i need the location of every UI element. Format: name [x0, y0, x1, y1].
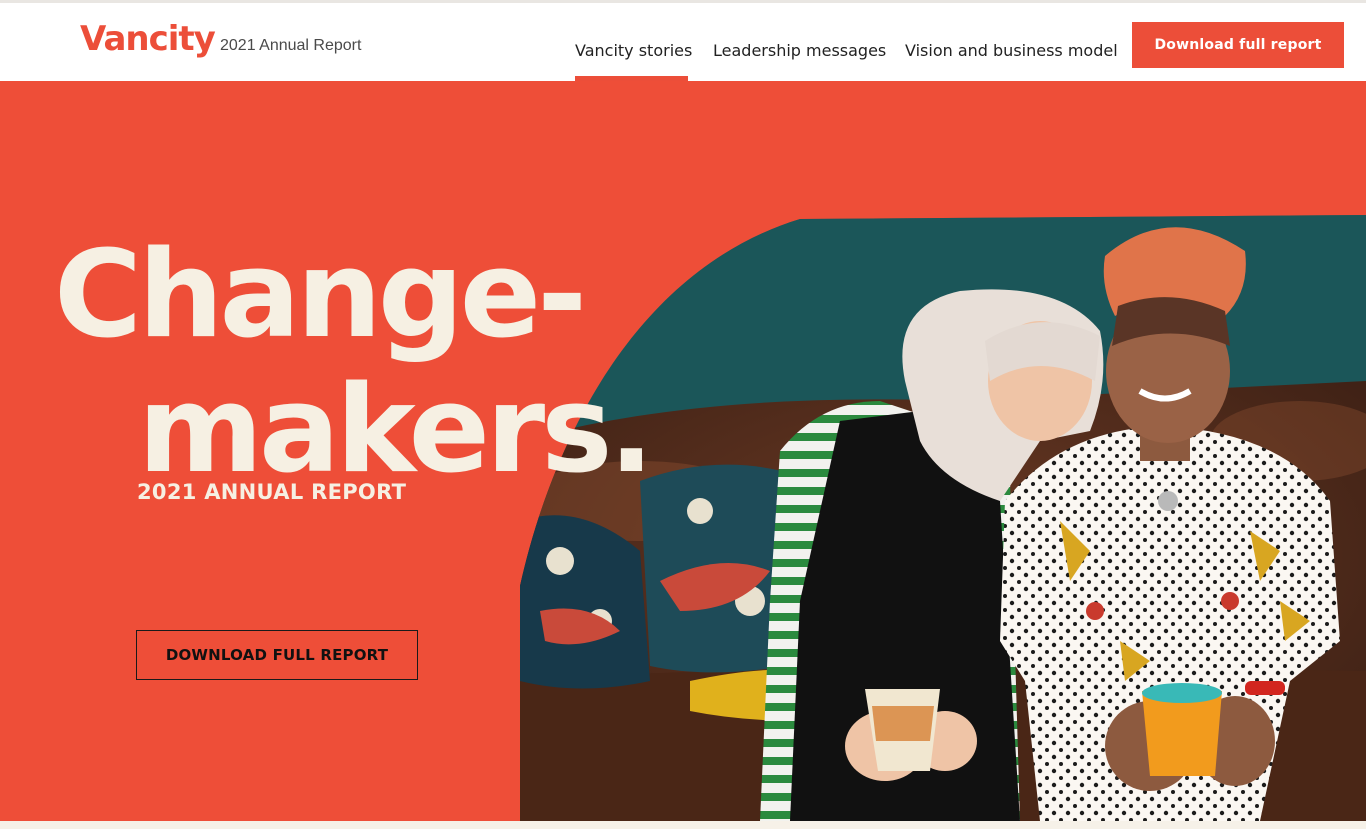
vancity-logo[interactable]: Vancity — [80, 19, 216, 59]
site-header: Vancity 2021 Annual Report Vancity stori… — [0, 0, 1366, 84]
page-bottom-strip — [0, 821, 1366, 829]
headline-line-2: makers. — [138, 361, 654, 500]
nav-leadership-messages[interactable]: Leadership messages — [713, 41, 886, 60]
report-subtitle: 2021 Annual Report — [220, 37, 362, 54]
nav-vancity-stories[interactable]: Vancity stories — [575, 41, 692, 60]
hero-section: Change- makers. 2021 ANNUAL REPORT DOWNL… — [0, 81, 1366, 821]
header-download-button[interactable]: Download full report — [1132, 22, 1344, 68]
headline-line-1: Change- — [54, 226, 587, 365]
nav-vision-business-model[interactable]: Vision and business model — [905, 41, 1118, 60]
annual-report-tagline: 2021 ANNUAL REPORT — [137, 480, 407, 504]
hero-download-button[interactable]: DOWNLOAD FULL REPORT — [136, 630, 418, 680]
